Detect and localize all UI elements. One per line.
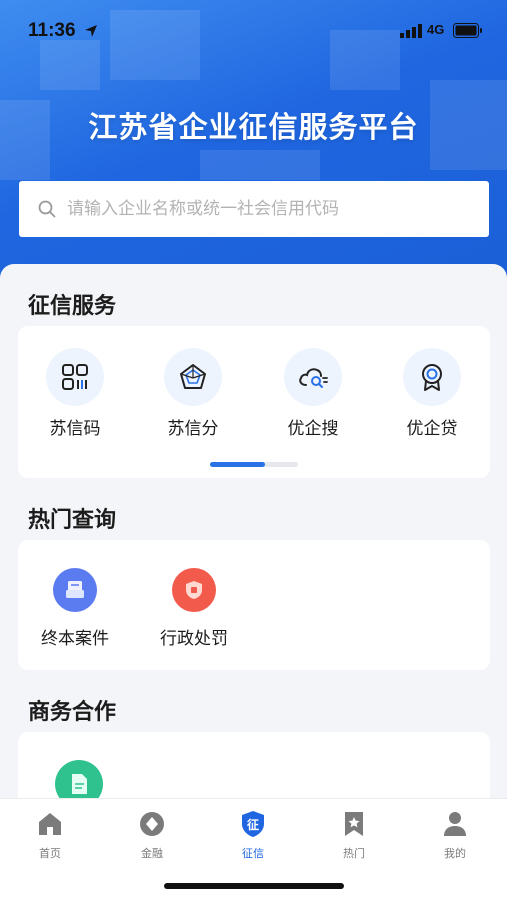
penalty-shield-icon: [186, 581, 202, 599]
service-item-youqidai[interactable]: 优企贷: [382, 348, 482, 439]
cloud-search-icon: [299, 368, 328, 388]
section-title-hot-queries: 热门查询: [28, 508, 117, 533]
finance-icon: [140, 812, 164, 836]
credit-tab-badge: 征: [247, 817, 259, 832]
signal-icon: [400, 24, 422, 38]
search-box[interactable]: [19, 181, 489, 237]
location-arrow-icon: [85, 25, 97, 37]
service-item-youqisou[interactable]: 优企搜: [263, 348, 363, 439]
service-label: 优企贷: [406, 419, 458, 439]
tab-label: 热门: [343, 847, 365, 860]
page-title: 江苏省企业征信服务平台: [88, 110, 419, 144]
hot-queries-card: 终本案件 行政处罚: [18, 540, 490, 670]
tab-label: 我的: [444, 847, 466, 860]
tab-label: 金融: [141, 847, 163, 860]
home-icon: [39, 813, 61, 835]
status-time: 11:36: [28, 20, 76, 41]
document-icon: [72, 774, 87, 794]
radar-chart-icon: [180, 364, 206, 389]
medal-icon: [422, 364, 442, 391]
case-file-icon: [66, 581, 84, 598]
network-type: 4G: [427, 22, 445, 37]
service-item-suxinma[interactable]: 苏信码: [25, 348, 125, 439]
decor-shape: [200, 150, 320, 180]
credit-shield-icon: 征: [242, 811, 264, 837]
hot-item-admin-penalty[interactable]: 行政处罚: [139, 568, 249, 649]
search-icon: [38, 200, 56, 218]
service-item-suxinfen[interactable]: 苏信分: [143, 348, 243, 439]
search-input[interactable]: [67, 199, 489, 219]
tab-hot[interactable]: 热门: [314, 809, 394, 861]
section-title-business: 商务合作: [28, 700, 117, 725]
credit-services-card: 苏信码 苏信分 优企搜 优企贷: [18, 326, 490, 478]
tab-finance[interactable]: 金融: [112, 809, 192, 861]
carousel-scroll-thumb: [210, 462, 265, 467]
hot-item-label: 终本案件: [41, 629, 109, 649]
battery-icon: [453, 23, 482, 38]
carousel-scroll-indicator: [210, 462, 298, 467]
section-title-credit-services: 征信服务: [28, 294, 117, 319]
hot-item-final-cases[interactable]: 终本案件: [20, 568, 130, 649]
user-icon: [444, 812, 466, 836]
qr-grid-icon: [62, 364, 88, 390]
status-bar: 11:36 4G: [0, 0, 507, 60]
hot-item-label: 行政处罚: [160, 629, 228, 649]
tab-credit[interactable]: 征 征信: [213, 809, 293, 861]
service-label: 苏信分: [167, 419, 219, 439]
tab-label: 征信: [242, 847, 264, 860]
service-label: 优企搜: [287, 419, 339, 439]
tab-home[interactable]: 首页: [10, 809, 90, 861]
main-content: 征信服务 苏信码 苏信分 优企搜 优企贷 热门查询 终本案件 行政处罚 商务合作: [0, 264, 507, 852]
tab-label: 首页: [39, 847, 61, 860]
tab-mine[interactable]: 我的: [415, 809, 495, 861]
home-indicator: [164, 883, 344, 889]
bookmark-star-icon: [345, 812, 363, 836]
service-label: 苏信码: [49, 419, 101, 439]
